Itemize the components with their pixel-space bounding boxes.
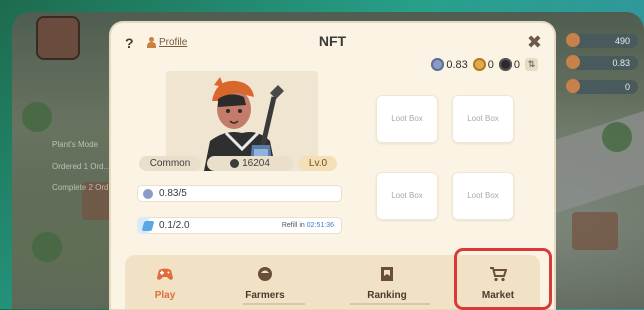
market-highlight-box bbox=[454, 248, 552, 310]
player-avatar[interactable] bbox=[36, 16, 80, 60]
currency-bar: 0.83 0 0 ⇅ bbox=[431, 58, 538, 71]
loot-box-slot[interactable]: Loot Box bbox=[452, 95, 514, 143]
nft-modal: ? Profile NFT ✖ 0.83 0 0 ⇅ Common 16204 … bbox=[111, 23, 554, 310]
hud-resource: 490 bbox=[566, 33, 638, 48]
resource-icon bbox=[566, 55, 580, 69]
hud-resource: 0 bbox=[566, 79, 638, 94]
close-icon[interactable]: ✖ bbox=[527, 32, 542, 53]
currency-token: 0.83 bbox=[431, 58, 468, 71]
nav-play-label: Play bbox=[154, 290, 176, 301]
resource-icon bbox=[566, 79, 580, 93]
nav-ranking-label: Ranking bbox=[367, 290, 407, 301]
gamepad-icon bbox=[157, 268, 173, 280]
currency-black: 0 bbox=[498, 58, 520, 71]
level-badge: Lv.0 bbox=[299, 156, 337, 171]
lightning-icon bbox=[141, 221, 155, 231]
farmer-head-icon bbox=[258, 267, 272, 281]
power-badge: 16204 bbox=[207, 156, 293, 171]
energy-value: 0.1/2.0 bbox=[159, 220, 190, 231]
quest-label: Ordered 1 Ord... bbox=[52, 162, 111, 171]
nav-ranking[interactable]: Ranking bbox=[347, 255, 427, 309]
resource-icon bbox=[566, 33, 580, 47]
token-icon bbox=[431, 58, 445, 71]
hp-bar: 0.83/5 bbox=[137, 185, 342, 202]
loot-box-slot[interactable]: Loot Box bbox=[452, 172, 514, 220]
tree bbox=[22, 102, 52, 132]
gold-coin-icon bbox=[472, 58, 486, 71]
house bbox=[572, 212, 618, 250]
ranking-flag-icon bbox=[381, 267, 393, 281]
tree bbox=[602, 122, 632, 152]
loot-box-slot[interactable]: Loot Box bbox=[376, 95, 438, 143]
power-icon bbox=[230, 159, 240, 168]
nav-divider bbox=[350, 303, 430, 305]
token-icon bbox=[143, 189, 153, 199]
hud-resource: 0.83 bbox=[566, 55, 638, 70]
refill-timer: Refill in 02:51:36 bbox=[281, 222, 334, 229]
quest-label: Complete 2 Ord... bbox=[52, 183, 116, 192]
exchange-icon[interactable]: ⇅ bbox=[525, 58, 538, 71]
nft-tags: Common 16204 Lv.0 bbox=[139, 156, 337, 171]
energy-bar: 0.1/2.0 Refill in 02:51:36 bbox=[137, 217, 342, 234]
hp-value: 0.83/5 bbox=[159, 188, 187, 199]
quest-label: Plant's Mode bbox=[52, 140, 98, 149]
rarity-badge: Common bbox=[139, 156, 201, 171]
nav-play[interactable]: Play bbox=[125, 255, 205, 309]
loot-box-slot[interactable]: Loot Box bbox=[376, 172, 438, 220]
black-coin-icon bbox=[498, 58, 512, 71]
tree bbox=[32, 232, 62, 262]
currency-gold: 0 bbox=[472, 58, 494, 71]
nav-divider bbox=[243, 303, 305, 305]
nav-farmers-label: Farmers bbox=[245, 290, 285, 301]
nav-farmers[interactable]: Farmers bbox=[225, 255, 305, 309]
modal-title: NFT bbox=[318, 33, 347, 49]
